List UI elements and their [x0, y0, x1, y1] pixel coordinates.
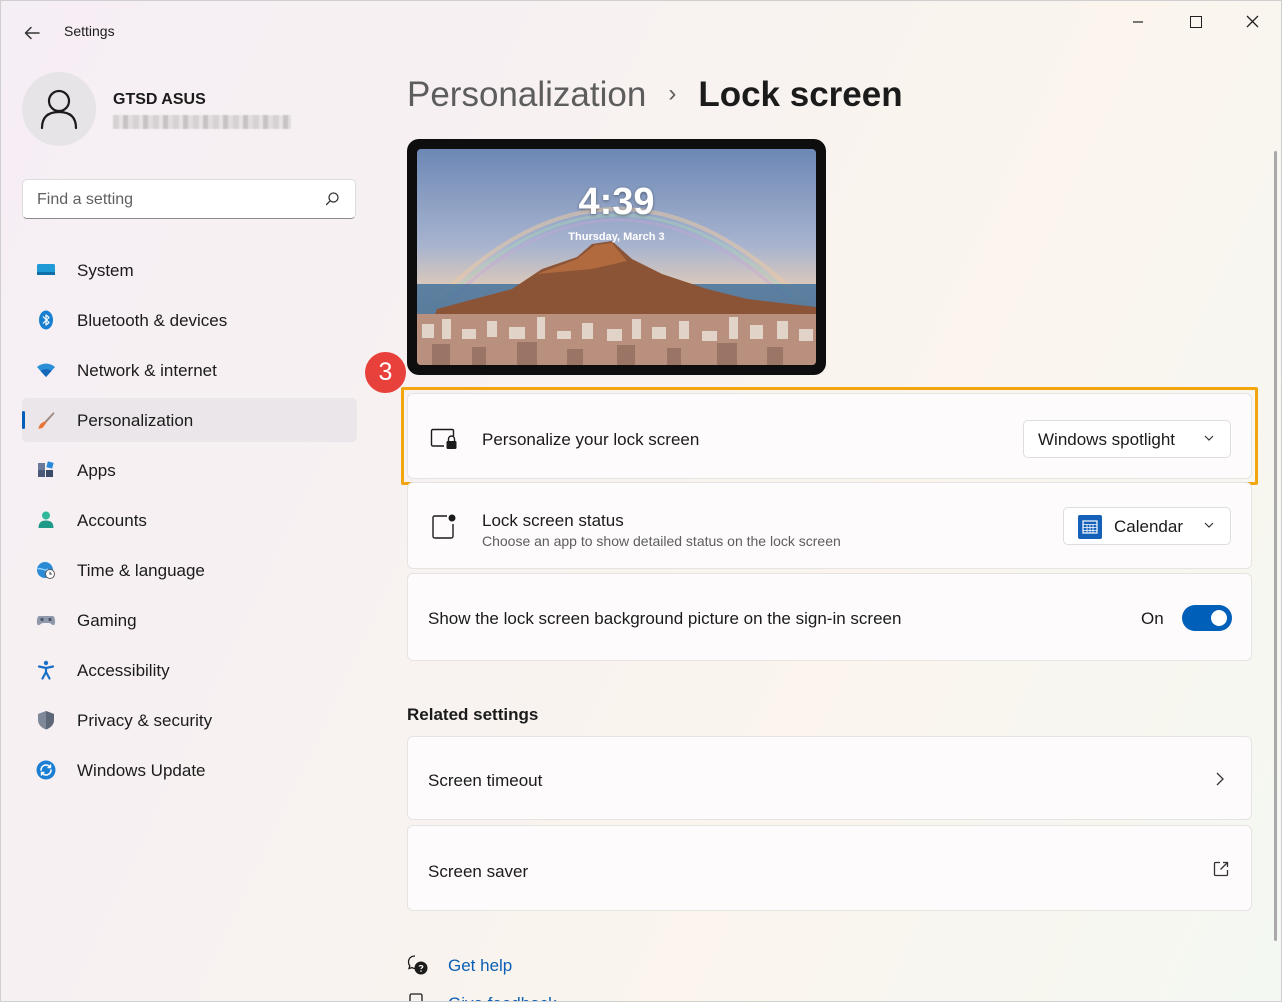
search-input[interactable]: [35, 188, 319, 212]
accessibility-icon: [37, 660, 55, 680]
close-button[interactable]: [1232, 9, 1272, 35]
sidebar-item-bluetooth[interactable]: Bluetooth & devices: [22, 298, 357, 342]
external-link-icon: [1213, 861, 1229, 877]
paintbrush-icon: [38, 412, 55, 429]
status-app-icon: [432, 514, 456, 539]
toggle-state-label: On: [1141, 609, 1164, 628]
breadcrumb-parent[interactable]: Personalization: [407, 75, 646, 114]
search-box[interactable]: [22, 179, 356, 219]
lock-screen-status-dropdown[interactable]: Calendar: [1063, 507, 1231, 545]
shield-icon: [38, 711, 54, 730]
step-highlight-frame: [401, 387, 1258, 485]
apps-grid-icon: [38, 461, 54, 477]
wifi-icon: [37, 363, 55, 377]
lock-screen-time: 4:39: [578, 181, 655, 223]
back-button[interactable]: [19, 21, 45, 45]
lock-screen-date: Thursday, March 3: [568, 231, 665, 243]
chevron-right-icon: ›: [668, 80, 677, 107]
signin-background-toggle[interactable]: [1182, 605, 1232, 631]
signin-background-title: Show the lock screen background picture …: [428, 609, 902, 628]
active-indicator: [22, 411, 25, 429]
search-icon[interactable]: [323, 190, 341, 208]
monitor-icon: [37, 264, 55, 275]
sidebar-item-apps[interactable]: Apps: [22, 448, 357, 492]
sidebar-item-gaming[interactable]: Gaming: [22, 598, 357, 642]
sidebar-item-label: Gaming: [77, 611, 137, 630]
chevron-down-icon: [1204, 522, 1214, 528]
sidebar-item-label: Time & language: [77, 561, 205, 580]
lock-screen-status-title: Lock screen status: [482, 511, 624, 530]
chevron-right-icon: [1216, 772, 1224, 786]
sidebar-item-personalization[interactable]: Personalization: [22, 398, 357, 442]
screen-timeout-label: Screen timeout: [428, 771, 543, 790]
title-bar: Settings: [1, 1, 1281, 61]
sidebar-item-label: Apps: [77, 461, 116, 480]
calendar-icon: [1078, 515, 1102, 539]
step-number-badge: 3: [365, 352, 406, 393]
screen-timeout-card[interactable]: Screen timeout: [407, 736, 1252, 820]
lock-screen-status-subtitle: Choose an app to show detailed status on…: [482, 533, 841, 549]
sidebar-item-accounts[interactable]: Accounts: [22, 498, 357, 542]
related-settings-heading: Related settings: [407, 705, 539, 724]
maximize-icon: [1190, 16, 1202, 28]
bluetooth-icon: [39, 310, 53, 330]
avatar[interactable]: [22, 72, 96, 146]
sidebar-item-label: Windows Update: [77, 761, 206, 780]
user-silhouette-icon: [40, 89, 78, 130]
sidebar-item-label: Bluetooth & devices: [77, 311, 228, 330]
get-help-label: Get help: [448, 956, 513, 975]
minimize-icon: [1133, 21, 1143, 23]
globe-clock-icon: [37, 562, 55, 579]
sidebar-item-label: Personalization: [77, 411, 194, 430]
sidebar-item-system[interactable]: System: [22, 248, 357, 292]
sidebar-item-time-language[interactable]: Time & language: [22, 548, 357, 592]
gamepad-icon: [36, 616, 56, 626]
sidebar-nav: System Bluetooth & devices Network & int…: [22, 248, 357, 798]
user-email-redacted: [113, 115, 291, 129]
signin-background-card: Show the lock screen background picture …: [407, 573, 1252, 661]
update-icon: [36, 760, 56, 780]
sidebar-item-label: Privacy & security: [77, 711, 213, 730]
arrow-left-icon: [24, 26, 40, 40]
page-title: Lock screen: [698, 75, 903, 114]
sidebar-item-label: Accounts: [77, 511, 147, 530]
sidebar-item-accessibility[interactable]: Accessibility: [22, 648, 357, 692]
person-icon: [38, 511, 54, 528]
lock-screen-status-card[interactable]: Lock screen status Choose an app to show…: [407, 482, 1252, 569]
maximize-button[interactable]: [1176, 9, 1216, 35]
app-title: Settings: [64, 23, 115, 39]
sidebar-item-windows-update[interactable]: Windows Update: [22, 748, 357, 792]
close-icon: [1246, 15, 1258, 28]
sidebar-item-privacy-security[interactable]: Privacy & security: [22, 698, 357, 742]
feedback-icon: [409, 993, 423, 1001]
screen-saver-label: Screen saver: [428, 862, 529, 881]
sidebar-item-network[interactable]: Network & internet: [22, 348, 357, 392]
sidebar-item-label: System: [77, 261, 134, 280]
help-chat-icon: [407, 955, 428, 975]
give-feedback-label: Give feedback: [448, 994, 557, 1001]
lock-screen-preview: 4:39 Thursday, March 3: [407, 139, 826, 375]
sidebar-item-label: Network & internet: [77, 361, 217, 380]
settings-window: Settings GTSD ASUS Find a setting System…: [0, 0, 1282, 1002]
sidebar-item-label: Accessibility: [77, 661, 170, 680]
minimize-button[interactable]: [1118, 9, 1158, 35]
main-scrollbar[interactable]: [1274, 151, 1277, 941]
dropdown-value: Calendar: [1114, 517, 1183, 536]
toggle-knob: [1211, 610, 1227, 626]
screen-saver-card[interactable]: Screen saver: [407, 825, 1252, 911]
breadcrumb: Personalization › Lock screen: [407, 75, 903, 115]
user-name: GTSD ASUS: [113, 91, 206, 108]
lock-screen-overlay: 4:39 Thursday, March 3: [417, 149, 816, 365]
